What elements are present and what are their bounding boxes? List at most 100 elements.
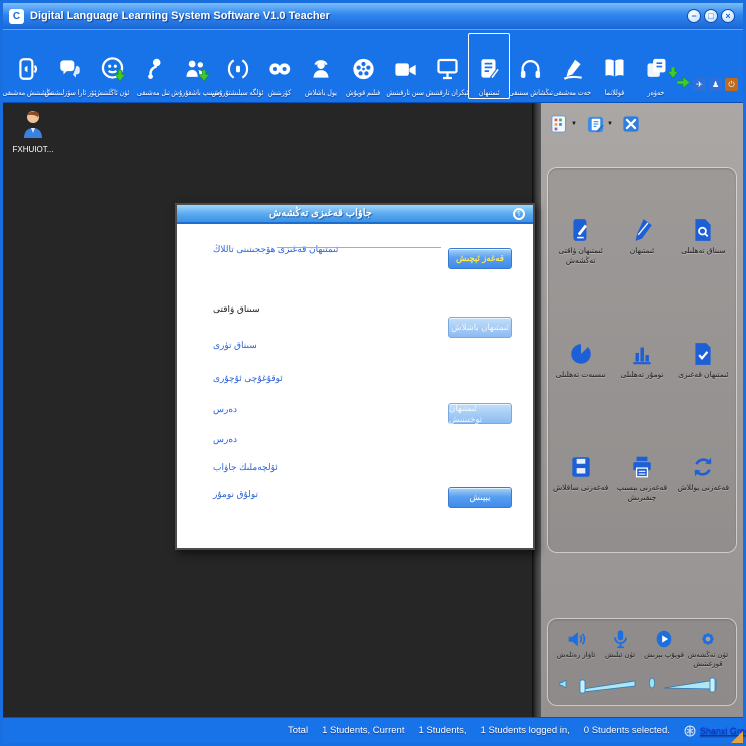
exam-analysis-icon (690, 217, 716, 243)
tool-exam[interactable]: ئىمتىھان (613, 217, 671, 266)
exam-icon (476, 49, 502, 89)
status-total-label: Total (288, 725, 308, 736)
paper-setup-icon[interactable]: ▼ (586, 115, 613, 134)
status-students: 1 Students, (418, 725, 466, 736)
exit-icon[interactable]: ⏻ (725, 78, 738, 91)
minimize-button[interactable]: − (687, 9, 701, 23)
toolbar-item-language-practice[interactable]: تىل مەشىقى (133, 33, 175, 99)
gear-icon (697, 628, 719, 650)
video-broadcast-icon (392, 49, 419, 89)
close-button[interactable]: × (721, 9, 735, 23)
screen-broadcast-icon (434, 49, 461, 89)
tool-exam-paper[interactable]: ئىمتىھان قەغىزى (674, 341, 732, 380)
toolbar-item-listening[interactable]: تىڭشىتىش مەشىقى (7, 33, 49, 99)
monitor-watch-icon (266, 49, 293, 89)
user-status-icon[interactable]: ♟ (709, 78, 722, 91)
exam-time-icon (568, 217, 594, 243)
titlebar: C Digital Language Learning System Softw… (3, 3, 743, 29)
audio-control-panel: ئۈن تەڭشەش قوزغىتىش قويۇپ بېرىش ئۈن ئېلى… (547, 618, 737, 706)
student-desktop-icon[interactable]: FXHUIOT... (10, 109, 56, 154)
status-selected: 0 Students selected. (584, 725, 670, 736)
answer-sheet-dialog: جاۋاب قەغىزى تەڭشەش ؟ ئىمتىھان قەغىزى ھۆ… (175, 203, 535, 550)
exam-pen-icon (629, 217, 655, 243)
restore-button[interactable]: □ (704, 9, 718, 23)
exam-tools-panel: سىناق تەھلىلى ئىمتىھان ئىمتىھان ۋاقتى تە… (547, 167, 737, 553)
exam-file-input[interactable] (277, 247, 441, 248)
status-current: 1 Students, Current (322, 725, 404, 736)
toolbar-item-compare[interactable]: ئۈلگە سېلىشتۇرۇش (217, 33, 259, 99)
paper-sync-icon (690, 454, 716, 480)
app-window: C Digital Language Learning System Softw… (0, 0, 746, 746)
globe-icon (684, 725, 696, 737)
palette-icon[interactable]: ▼ (551, 115, 577, 133)
student-avatar (20, 109, 46, 139)
student-info-label: ئوقۇغۇچى ئۇچۇرى (213, 373, 283, 384)
sidebar-mini-toolbar: ▼ ▼ (545, 103, 739, 137)
toolbar-item-watch[interactable]: كۆزىتىش (259, 33, 301, 99)
exam-time-label: سىناق ۋاقتى (213, 304, 260, 315)
tool-paper-save[interactable]: قەغەزنى ساقلاش (552, 454, 610, 503)
toolbar-item-guide[interactable]: يول باشلاش (300, 33, 342, 99)
compare-audio-icon (225, 49, 251, 89)
courseware-icon (601, 49, 628, 89)
score-chart-icon (629, 341, 655, 367)
listening-test-icon (517, 49, 544, 89)
speaker-icon (565, 628, 587, 650)
start-exam-button[interactable]: ئىمتىھان باشلاش (448, 317, 512, 338)
toolbar-item-handwriting[interactable]: خەت مەشىقى (552, 33, 594, 99)
resize-grip[interactable] (731, 731, 743, 743)
open-paper-button[interactable]: قەغەز ئېچىش (448, 248, 512, 269)
tool-ratio-analysis[interactable]: نىسبەت تەھلىلى (552, 341, 610, 380)
green-down-arrow-icon (115, 68, 125, 86)
window-title: Digital Language Learning System Softwar… (30, 10, 330, 22)
student-icon-label: FXHUIOT... (10, 145, 56, 154)
exam-file-label: ئىمتىھان قەغىزى ھۆججىتىنى تاللاڭ (213, 244, 338, 255)
toolbar-item-radio[interactable]: ئۈن ئاڭلىتىش (91, 33, 133, 99)
toolbar-item-message[interactable]: خەۋەر (635, 33, 677, 99)
stop-exam-button[interactable]: ئىمتىھان توختىتىش (448, 403, 512, 424)
mic-volume-slider[interactable] (647, 674, 726, 694)
classroom-desktop: FXHUIOT... جاۋاب قەغىزى تەڭشەش ؟ ئىمتىھا… (3, 103, 532, 717)
handwriting-icon (560, 49, 586, 89)
speaker-volume-slider[interactable] (558, 674, 639, 694)
paper-save-icon (568, 454, 594, 480)
statusbar: Total 1 Students, Current 1 Students, 1 … (3, 717, 743, 743)
lesson-label: دەرس (213, 434, 237, 445)
lesson-label: دەرس (213, 404, 237, 415)
green-arrow-icon[interactable] (677, 75, 690, 93)
message-icon (643, 49, 670, 89)
app-logo-icon: C (9, 9, 24, 24)
intercom-chat-icon (57, 49, 83, 89)
dialog-title: جاۋاب قەغىزى تەڭشەش (269, 208, 372, 219)
toolbar-item-intercom[interactable]: ئۆز ئارا سۆزلىشىش (49, 33, 91, 99)
toolbar-item-film[interactable]: فىلىم قويۇش (342, 33, 384, 99)
toolbar-item-courseware[interactable]: قوللانما (594, 33, 636, 99)
standard-answer-label: ئۆلچەملىك جاۋاب (213, 462, 278, 473)
network-icon[interactable]: ✈ (693, 78, 706, 91)
green-down-arrow-icon (199, 68, 209, 86)
record-button[interactable]: ئۈن ئېلىش (598, 628, 642, 670)
tool-exam-analysis[interactable]: سىناق تەھلىلى (674, 217, 732, 266)
chevron-down-icon: ▼ (607, 121, 613, 127)
tool-score-analysis[interactable]: نومۇر تەھلىلى (613, 341, 671, 380)
toolbar-item-screen[interactable]: ئېكران تارقىتىش (426, 33, 468, 99)
toolbar-item-listening-test[interactable]: تىڭشاش سىنىقى (510, 33, 552, 99)
play-icon (653, 628, 675, 650)
toolbar-tray: ✈ ♟ ⏻ (677, 75, 741, 99)
tool-exam-time[interactable]: ئىمتىھان ۋاقتى تەڭشەش (552, 217, 610, 266)
volume-button[interactable]: ئاۋاز رەتلەش (554, 628, 598, 670)
exam-type-label: سىناق تۈرى (213, 340, 257, 351)
guide-person-icon (308, 49, 334, 89)
toolbar-item-class-manage[interactable]: سىنىپ باشقۇرۇش (175, 33, 217, 99)
toolbar-item-exam[interactable]: ئىمتىھان (468, 33, 510, 99)
exam-sidebar: ▼ ▼ سىناق تەھلىلى (541, 103, 743, 717)
close-dialog-button[interactable]: يېپىش (448, 487, 512, 508)
playback-button[interactable]: قويۇپ بېرىش (642, 628, 686, 670)
tool-paper-print[interactable]: قەغەزنى بېسىپ چىقىرىش (613, 454, 671, 503)
tools-icon[interactable] (622, 115, 640, 133)
dialog-help-icon[interactable]: ؟ (513, 208, 525, 220)
speaker-small-icon (558, 678, 570, 690)
tool-paper-sync[interactable]: قەغەزنى يوللاش (674, 454, 732, 503)
audio-settings-button[interactable]: ئۈن تەڭشەش قوزغىتىش (686, 628, 730, 670)
toolbar-item-video[interactable]: سىن تارقىتىش (384, 33, 426, 99)
